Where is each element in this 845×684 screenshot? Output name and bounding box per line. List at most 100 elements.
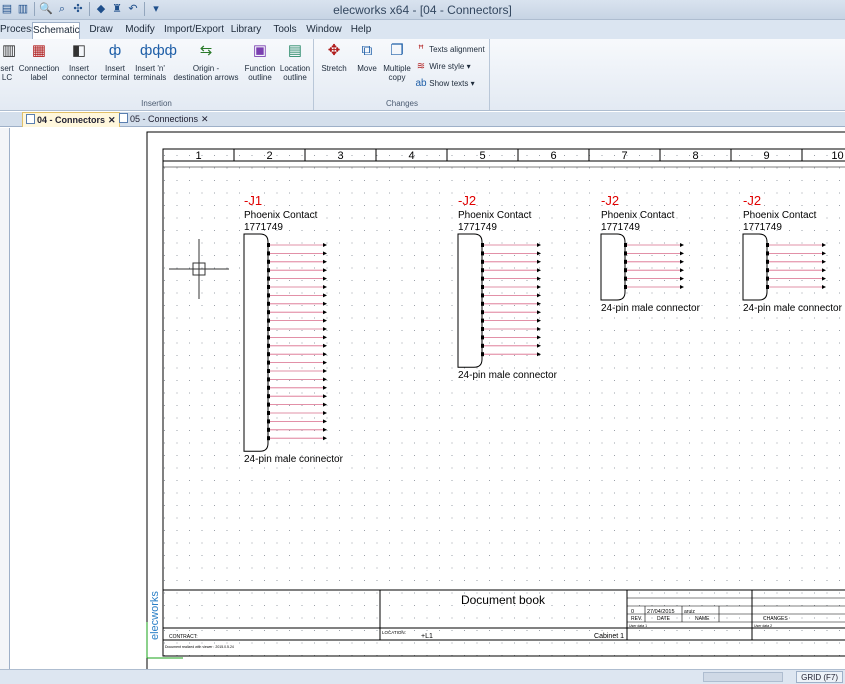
wire-style-icon: ≋ [416, 61, 426, 72]
contract-label: CONTRACT: [169, 634, 198, 640]
connector-pin [267, 335, 270, 340]
menu-tab-modify[interactable]: Modify [122, 22, 158, 39]
connector-pin [766, 251, 769, 256]
button-label: Multiple copy [383, 64, 411, 82]
connector-pin [267, 352, 270, 357]
menu-tab-schematic[interactable]: Schematic [32, 22, 80, 39]
insert-terminal-button[interactable]: ф Insert terminal [100, 41, 130, 82]
changes-group: ✥ Stretch ⧉ Move ❐ Multiple copy ꟸ Texts… [315, 39, 490, 110]
column-number: 5 [479, 150, 485, 162]
revision-header: REV. [631, 616, 642, 622]
connector-pin [624, 268, 627, 273]
arrows-icon: ⇆ [199, 42, 213, 59]
column-number: 8 [692, 150, 698, 162]
footer-note: Document realized with viewer : 2015.0.5… [165, 645, 234, 649]
horizontal-scrollbar[interactable] [703, 672, 783, 682]
connector-pin [481, 268, 484, 273]
function-outline-icon: ▣ [252, 42, 268, 59]
revision-header: DATE [657, 616, 671, 622]
function-outline-button[interactable]: ▣ Function outline [244, 41, 276, 82]
connector-pin [267, 327, 270, 331]
button-label: Move [357, 64, 377, 73]
menu-tab-draw[interactable]: Draw [86, 22, 116, 39]
connector-pin [267, 293, 270, 298]
move-button[interactable]: ⧉ Move [353, 41, 381, 73]
cabinet-name: Cabinet 1 [594, 633, 624, 640]
connector-body [600, 233, 626, 301]
window-title: elecworks x64 - [04 - Connectors] [333, 3, 512, 17]
grid-toggle-button[interactable]: GRID (F7) [796, 671, 843, 683]
connector-description: 24-pin male connector [601, 303, 701, 314]
connector-pin [481, 335, 484, 340]
menu-tab-window[interactable]: Window [306, 22, 342, 39]
elecworks-logo: elecworks [149, 591, 161, 640]
connector-tag: -J2 [743, 193, 761, 208]
column-number: 6 [550, 150, 556, 162]
stretch-button[interactable]: ✥ Stretch [317, 41, 351, 73]
button-label: Insert terminal [100, 64, 130, 82]
group-label: Changes [385, 99, 419, 108]
wire-style-button[interactable]: ≋ Wire style ▾ [415, 61, 471, 72]
schematic-sheet[interactable]: 1 2 3 4 5 6 7 8 9 10 -J1Phoenix Contact177174924-… [11, 128, 845, 673]
insert-plc-button[interactable]: ▥ sert LC [0, 41, 16, 82]
tab-05-connections[interactable]: 05 - Connections ✕ [116, 112, 212, 127]
insertion-group: ▥ sert LC ▦ Connection label ◧ Insert co… [0, 39, 314, 110]
connector-pin [481, 259, 484, 264]
connector-description: 24-pin male connector [458, 370, 558, 381]
connector-pin [267, 419, 270, 424]
connector-pin [766, 259, 769, 264]
button-label: sert LC [0, 64, 14, 82]
connector-tag: -J2 [458, 193, 476, 208]
connector-pin [624, 285, 627, 289]
page-icon [26, 114, 35, 124]
menu-tab-process[interactable]: Process [0, 22, 36, 39]
column-number: 4 [408, 150, 414, 162]
page-icon [119, 113, 128, 123]
connector-reference: 1771749 [244, 222, 283, 233]
location-outline-button[interactable]: ▤ Location outline [278, 41, 312, 82]
connector-description: 24-pin male connector [244, 454, 344, 465]
connector-manufacturer: Phoenix Contact [244, 210, 318, 221]
button-label: Location outline [279, 64, 311, 82]
button-label: Texts alignment [429, 45, 485, 54]
user-data-2: User data 2 [754, 624, 772, 628]
revision-header: NAME [695, 616, 710, 622]
stretch-icon: ✥ [327, 42, 341, 59]
revision-name: aruiz [684, 609, 695, 615]
show-texts-button[interactable]: ab Show texts ▾ [415, 78, 474, 89]
title-bar: ▤ ▥ 🔍 ⌕ ✣ ◆ ♜ ↶ ▾ elecworks x64 - [04 - Connecto… [0, 0, 845, 20]
connector-pin [481, 251, 484, 256]
connector-pin [267, 259, 270, 264]
connector-body [742, 233, 768, 301]
button-label: Insert connector [62, 64, 98, 82]
connector-reference: 1771749 [458, 222, 497, 233]
tab-04-connectors[interactable]: 04 - Connectors ✕ [22, 112, 120, 127]
menu-tab-tools[interactable]: Tools [270, 22, 300, 39]
connector-pin [481, 310, 484, 315]
dropdown-arrow-icon: ▾ [466, 62, 471, 71]
insert-connector-button[interactable]: ◧ Insert connector [62, 41, 98, 82]
origin-destination-arrows-button[interactable]: ⇆ Origin - destination arrows [170, 41, 242, 82]
close-icon[interactable]: ✕ [108, 115, 116, 125]
left-side-panel[interactable] [0, 128, 10, 675]
connector-pin [267, 369, 270, 373]
drawing-canvas[interactable]: 1 2 3 4 5 6 7 8 9 10 -J1 Phoenix Contact 1771749 24-… [11, 128, 845, 673]
button-label: Show texts [429, 79, 469, 88]
multiple-copy-button[interactable]: ❐ Multiple copy [383, 41, 411, 82]
connector-manufacturer: Phoenix Contact [601, 210, 675, 221]
document-title: Document book [461, 593, 546, 607]
connector-pin [766, 285, 769, 289]
close-icon[interactable]: ✕ [201, 114, 209, 124]
connector-pin [267, 385, 270, 390]
button-label: Function outline [244, 64, 276, 82]
menu-tab-import-export[interactable]: Import/Export [164, 22, 224, 39]
menu-tab-library[interactable]: Library [228, 22, 264, 39]
revision-date: 27/04/2015 [647, 609, 675, 615]
menu-tab-help[interactable]: Help [348, 22, 374, 39]
connector-pin [267, 268, 270, 273]
connection-label-button[interactable]: ▦ Connection label [18, 41, 60, 82]
insert-n-terminals-button[interactable]: ффф Insert 'n' terminals [132, 41, 177, 82]
texts-alignment-button[interactable]: ꟸ Texts alignment [415, 44, 485, 55]
connector-tag: -J1 [244, 193, 262, 208]
connector-pin [766, 243, 769, 247]
